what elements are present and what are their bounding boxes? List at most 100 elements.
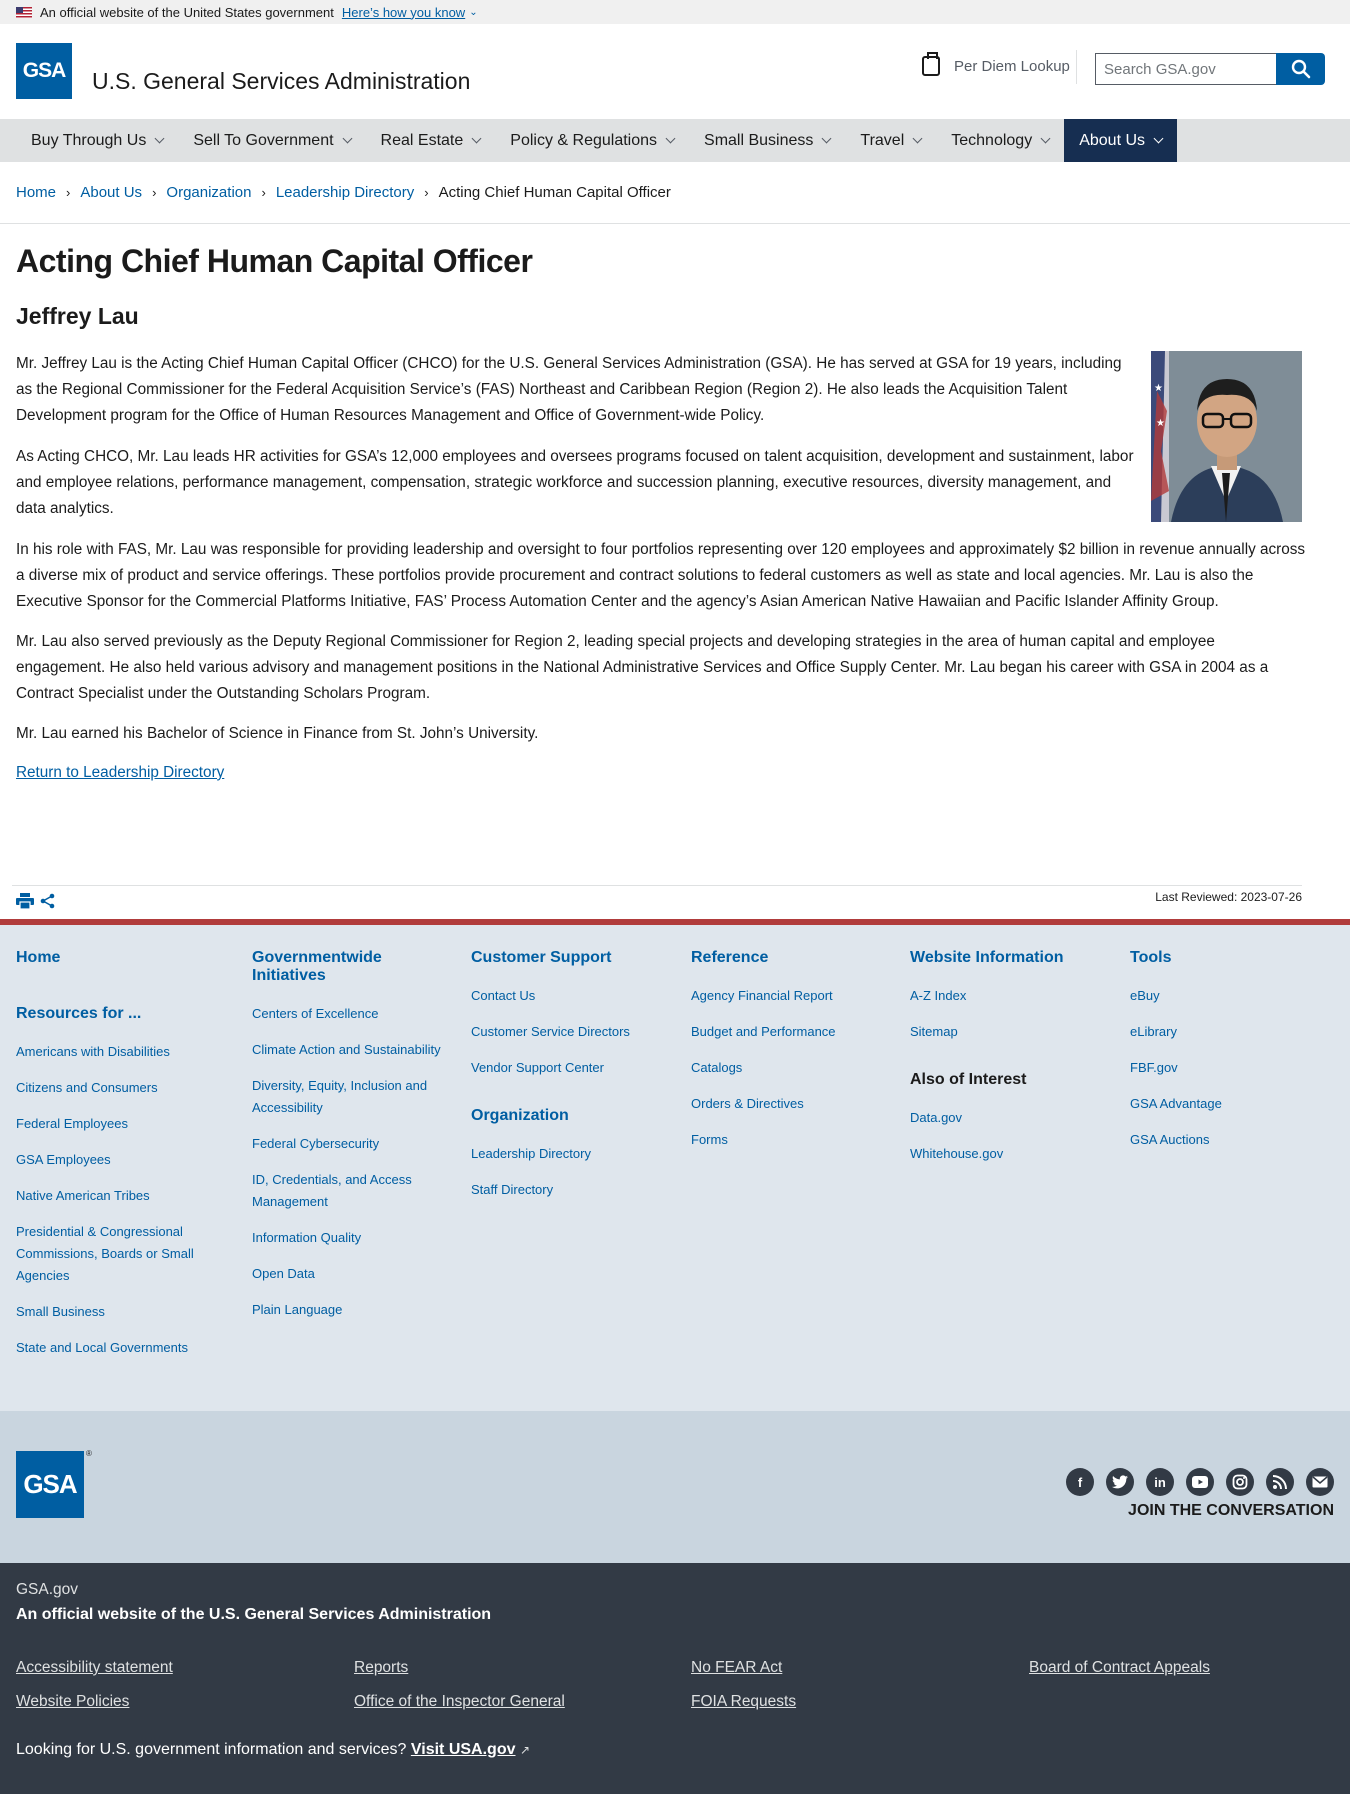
print-icon[interactable] <box>16 893 34 909</box>
footer-link[interactable]: Budget and Performance <box>691 1021 891 1043</box>
heres-how-you-know-link[interactable]: Here’s how you know <box>342 5 465 20</box>
footer-link[interactable]: eBuy <box>1130 985 1330 1007</box>
footer-tools-heading: Tools <box>1130 949 1172 966</box>
nav-real-estate[interactable]: Real Estate <box>366 119 496 162</box>
chevron-right-icon: › <box>66 185 71 200</box>
footer-link[interactable]: Climate Action and Sustainability <box>252 1039 442 1061</box>
breadcrumb-leadership-directory[interactable]: Leadership Directory <box>276 184 414 201</box>
search-input[interactable] <box>1095 53 1277 85</box>
nav-technology[interactable]: Technology <box>936 119 1064 162</box>
facebook-icon[interactable]: f <box>1066 1468 1094 1496</box>
chevron-down-icon <box>154 133 165 144</box>
footer-link[interactable]: GSA Auctions <box>1130 1129 1330 1151</box>
footer-link[interactable]: eLibrary <box>1130 1021 1330 1043</box>
visit-usagov-link[interactable]: Visit USA.gov <box>411 1741 516 1758</box>
registered-mark: ® <box>86 1449 92 1458</box>
footer-link[interactable]: Vendor Support Center <box>471 1057 671 1079</box>
footer-home-link[interactable]: Home <box>16 949 216 967</box>
footer-link[interactable]: GSA Employees <box>16 1149 216 1171</box>
email-icon[interactable] <box>1306 1468 1334 1496</box>
share-icon[interactable] <box>40 893 56 909</box>
footer-link[interactable]: Federal Cybersecurity <box>252 1133 442 1155</box>
footer-link[interactable]: Leadership Directory <box>471 1143 671 1165</box>
nav-policy-regulations[interactable]: Policy & Regulations <box>495 119 689 162</box>
footer-link[interactable]: Staff Directory <box>471 1179 671 1201</box>
portrait-photo: ★ ★ <box>1151 351 1302 522</box>
nav-small-business[interactable]: Small Business <box>689 119 845 162</box>
footer-link[interactable]: Citizens and Consumers <box>16 1077 216 1099</box>
footer-link[interactable]: Americans with Disabilities <box>16 1041 216 1063</box>
per-diem-lookup-link[interactable]: Per Diem Lookup <box>922 52 1070 76</box>
footer-link[interactable]: Catalogs <box>691 1057 891 1079</box>
instagram-icon[interactable] <box>1226 1468 1254 1496</box>
return-to-leadership-directory-link[interactable]: Return to Leadership Directory <box>16 764 224 782</box>
footer-link[interactable]: Small Business <box>16 1301 216 1323</box>
divider <box>0 223 1350 224</box>
footer-link[interactable]: Customer Service Directors <box>471 1021 671 1043</box>
chevron-down-icon[interactable]: ⌄ <box>469 7 477 18</box>
footer-link[interactable]: State and Local Governments <box>16 1337 216 1359</box>
accessibility-statement-link[interactable]: Accessibility statement <box>16 1659 173 1677</box>
gsa-logo[interactable]: GSA <box>16 43 72 99</box>
reports-link[interactable]: Reports <box>354 1659 408 1677</box>
footer-link[interactable]: Plain Language <box>252 1299 442 1321</box>
footer-link[interactable]: Diversity, Equity, Inclusion and Accessi… <box>252 1075 442 1119</box>
breadcrumb-organization[interactable]: Organization <box>166 184 251 201</box>
footer-link[interactable]: Contact Us <box>471 985 671 1007</box>
footer-link[interactable]: Information Quality <box>252 1227 442 1249</box>
no-fear-act-link[interactable]: No FEAR Act <box>691 1659 782 1677</box>
footer-link[interactable]: GSA Advantage <box>1130 1093 1330 1115</box>
footer-link[interactable]: Centers of Excellence <box>252 1003 442 1025</box>
footer-col-home: Home Resources for ... Americans with Di… <box>16 949 216 1373</box>
twitter-icon[interactable] <box>1106 1468 1134 1496</box>
nav-label: About Us <box>1079 131 1146 149</box>
footer-link[interactable]: Native American Tribes <box>16 1185 216 1207</box>
chevron-down-icon <box>1040 133 1051 144</box>
website-policies-link[interactable]: Website Policies <box>16 1693 129 1711</box>
footer-link[interactable]: Sitemap <box>910 1021 1110 1043</box>
footer-link[interactable]: ID, Credentials, and Access Management <box>252 1169 442 1213</box>
gsa-footer-logo[interactable]: GSA <box>16 1451 84 1518</box>
footer-link[interactable]: Orders & Directives <box>691 1093 891 1115</box>
youtube-icon[interactable] <box>1186 1468 1214 1496</box>
search-button[interactable] <box>1276 53 1325 85</box>
inspector-general-link[interactable]: Office of the Inspector General <box>354 1693 565 1711</box>
chevron-right-icon: › <box>152 185 157 200</box>
footer-link[interactable]: Forms <box>691 1129 891 1151</box>
breadcrumb: Home › About Us › Organization › Leadership… <box>16 184 671 201</box>
breadcrumb-about-us[interactable]: About Us <box>80 184 142 201</box>
footer-link[interactable]: Data.gov <box>910 1107 1110 1129</box>
chevron-down-icon <box>471 133 482 144</box>
footer-link[interactable]: FBF.gov <box>1130 1057 1330 1079</box>
chevron-down-icon <box>821 133 832 144</box>
chevron-down-icon <box>1153 133 1164 144</box>
breadcrumb-home[interactable]: Home <box>16 184 56 201</box>
primary-nav: Buy Through Us Sell To Government Real E… <box>0 119 1350 162</box>
nav-about-us[interactable]: About Us <box>1064 119 1178 162</box>
site-title[interactable]: U.S. General Services Administration <box>92 68 470 95</box>
footer-link[interactable]: Whitehouse.gov <box>910 1143 1110 1165</box>
gov-banner: An official website of the United States… <box>0 0 1350 24</box>
nav-label: Buy Through Us <box>31 131 147 149</box>
footer-link[interactable]: Open Data <box>252 1263 442 1285</box>
chevron-right-icon: › <box>424 185 429 200</box>
footer-link[interactable]: A-Z Index <box>910 985 1110 1007</box>
footer-link[interactable]: Federal Employees <box>16 1113 216 1135</box>
search-icon <box>1291 59 1310 79</box>
linkedin-icon[interactable]: in <box>1146 1468 1174 1496</box>
blog-icon[interactable] <box>1266 1468 1294 1496</box>
bio-paragraph: Mr. Lau earned his Bachelor of Science i… <box>16 725 539 742</box>
luggage-icon <box>922 52 940 76</box>
foia-requests-link[interactable]: FOIA Requests <box>691 1693 796 1711</box>
footer-website-heading: Website Information <box>910 949 1064 966</box>
nav-buy-through-us[interactable]: Buy Through Us <box>16 119 178 162</box>
nav-sell-to-government[interactable]: Sell To Government <box>178 119 365 162</box>
board-of-contract-appeals-link[interactable]: Board of Contract Appeals <box>1029 1659 1210 1677</box>
chevron-down-icon <box>342 133 352 144</box>
identifier: GSA.gov An official website of the U.S. … <box>0 1563 1350 1794</box>
footer-link[interactable]: Agency Financial Report <box>691 985 891 1007</box>
footer-link[interactable]: Presidential & Congressional Commissions… <box>16 1221 206 1287</box>
footer-interest-heading: Also of Interest <box>910 1071 1027 1088</box>
nav-travel[interactable]: Travel <box>845 119 936 162</box>
us-flag-icon <box>16 6 32 18</box>
